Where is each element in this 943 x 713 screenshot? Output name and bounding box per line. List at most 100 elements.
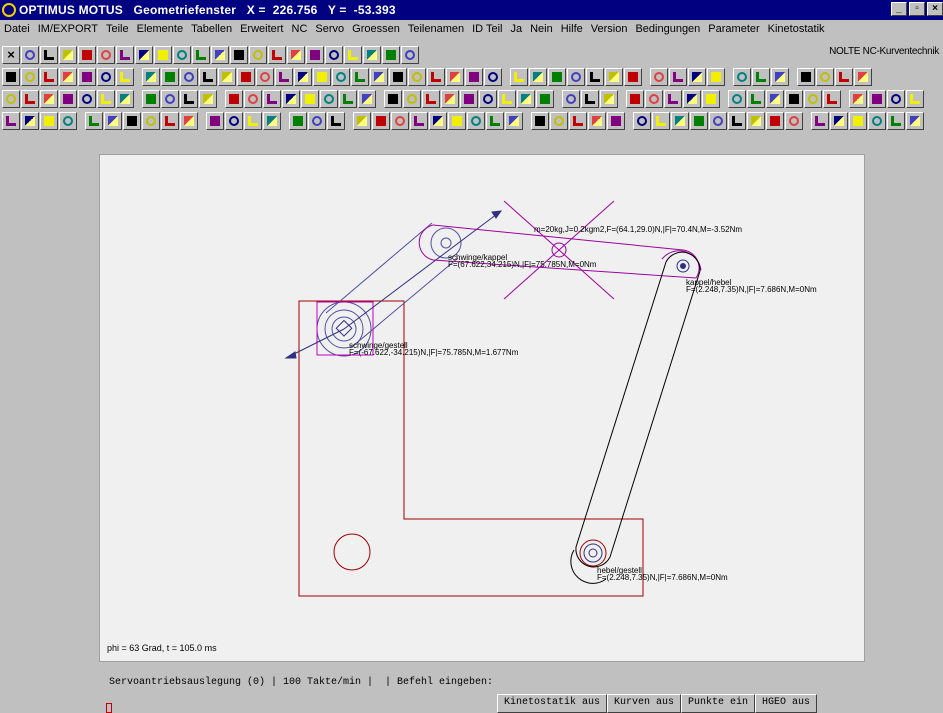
toolbar-shapes-tool-icon[interactable] bbox=[161, 112, 179, 130]
toolbar-elements-tool-icon[interactable] bbox=[586, 68, 604, 86]
toolbar-parts-tool-icon[interactable] bbox=[2, 90, 20, 108]
toolbar-shapes-tool-icon[interactable] bbox=[59, 112, 77, 130]
kurven-toggle-button[interactable]: Kurven aus bbox=[607, 694, 682, 713]
toolbar-elements-tool-icon[interactable] bbox=[21, 68, 39, 86]
toolbar-parts-tool-icon[interactable] bbox=[339, 90, 357, 108]
toolbar-shapes-tool-icon[interactable] bbox=[671, 112, 689, 130]
toolbar-parts-tool-icon[interactable] bbox=[702, 90, 720, 108]
toolbar-parts-tool-icon[interactable] bbox=[59, 90, 77, 108]
toolbar-shapes-tool-icon[interactable] bbox=[2, 112, 20, 130]
toolbar-elements-tool-icon[interactable] bbox=[650, 68, 668, 86]
toolbar-shapes-tool-icon[interactable] bbox=[709, 112, 727, 130]
toolbar-elements-tool-icon[interactable] bbox=[59, 68, 77, 86]
toolbar-elements-tool-icon[interactable] bbox=[567, 68, 585, 86]
toolbar-parts-tool-icon[interactable] bbox=[766, 90, 784, 108]
toolbar-parts-tool-icon[interactable] bbox=[645, 90, 663, 108]
menu-datei[interactable]: Datei bbox=[4, 23, 30, 35]
toolbar-parts-tool-icon[interactable] bbox=[21, 90, 39, 108]
toolbar-parts-tool-icon[interactable] bbox=[161, 90, 179, 108]
toolbar-elements-tool-icon[interactable] bbox=[389, 68, 407, 86]
toolbar-elements-tool-icon[interactable] bbox=[199, 68, 217, 86]
toolbar-parts-tool-icon[interactable] bbox=[78, 90, 96, 108]
toolbar-shapes-tool-icon[interactable] bbox=[811, 112, 829, 130]
toolbar-parts-tool-icon[interactable] bbox=[906, 90, 924, 108]
toolbar-elements-tool-icon[interactable] bbox=[97, 68, 115, 86]
toolbar-elements-tool-icon[interactable] bbox=[797, 68, 815, 86]
menu-servo[interactable]: Servo bbox=[315, 23, 344, 35]
geometry-canvas[interactable]: schwinge/kappel F=(67.622,34.215)N,|F|=7… bbox=[99, 154, 865, 662]
toolbar-elements-tool-icon[interactable] bbox=[256, 68, 274, 86]
toolbar-shapes-tool-icon[interactable] bbox=[887, 112, 905, 130]
toolbar-elements-tool-icon[interactable] bbox=[408, 68, 426, 86]
toolbar-shapes-tool-icon[interactable] bbox=[747, 112, 765, 130]
toolbar-shapes-tool-icon[interactable] bbox=[308, 112, 326, 130]
toolbar-elements-tool-icon[interactable] bbox=[669, 68, 687, 86]
toolbar-elements-tool-icon[interactable] bbox=[688, 68, 706, 86]
hgeo-toggle-button[interactable]: HGEO aus bbox=[755, 694, 818, 713]
kinetostatik-toggle-button[interactable]: Kinetostatik aus bbox=[497, 694, 608, 713]
toolbar-parts-tool-icon[interactable] bbox=[562, 90, 580, 108]
menu-groessen[interactable]: Groessen bbox=[352, 23, 400, 35]
toolbar-elements-tool-icon[interactable] bbox=[218, 68, 236, 86]
toolbar-parts-tool-icon[interactable] bbox=[97, 90, 115, 108]
toolbar-parts-tool-icon[interactable] bbox=[581, 90, 599, 108]
toolbar-parts-tool-icon[interactable] bbox=[849, 90, 867, 108]
menu-erweitert[interactable]: Erweitert bbox=[240, 23, 283, 35]
toolbar-shapes-tool-icon[interactable] bbox=[633, 112, 651, 130]
toolbar-elements-tool-icon[interactable] bbox=[752, 68, 770, 86]
toolbar-file-tool-icon[interactable] bbox=[325, 46, 343, 64]
toolbar-parts-tool-icon[interactable] bbox=[536, 90, 554, 108]
toolbar-shapes-tool-icon[interactable] bbox=[263, 112, 281, 130]
toolbar-file-tool-icon[interactable] bbox=[268, 46, 286, 64]
toolbar-parts-tool-icon[interactable] bbox=[403, 90, 421, 108]
toolbar-file-tool-icon[interactable] bbox=[40, 46, 58, 64]
toolbar-file-tool-icon[interactable]: × bbox=[2, 46, 20, 64]
toolbar-shapes-tool-icon[interactable] bbox=[429, 112, 447, 130]
toolbar-shapes-tool-icon[interactable] bbox=[607, 112, 625, 130]
menu-nc[interactable]: NC bbox=[292, 23, 308, 35]
maximize-button[interactable]: ▫ bbox=[909, 2, 925, 16]
toolbar-elements-tool-icon[interactable] bbox=[605, 68, 623, 86]
toolbar-parts-tool-icon[interactable] bbox=[626, 90, 644, 108]
menu-version[interactable]: Version bbox=[591, 23, 628, 35]
toolbar-parts-tool-icon[interactable] bbox=[517, 90, 535, 108]
toolbar-shapes-tool-icon[interactable] bbox=[785, 112, 803, 130]
toolbar-file-tool-icon[interactable] bbox=[249, 46, 267, 64]
toolbar-elements-tool-icon[interactable] bbox=[733, 68, 751, 86]
menu-im-export[interactable]: IM/EXPORT bbox=[38, 23, 98, 35]
toolbar-shapes-tool-icon[interactable] bbox=[123, 112, 141, 130]
toolbar-elements-tool-icon[interactable] bbox=[624, 68, 642, 86]
menu-nein[interactable]: Nein bbox=[530, 23, 553, 35]
toolbar-shapes-tool-icon[interactable] bbox=[906, 112, 924, 130]
toolbar-shapes-tool-icon[interactable] bbox=[391, 112, 409, 130]
toolbar-elements-tool-icon[interactable] bbox=[332, 68, 350, 86]
menu-id-teil[interactable]: ID Teil bbox=[472, 23, 502, 35]
toolbar-elements-tool-icon[interactable] bbox=[40, 68, 58, 86]
toolbar-shapes-tool-icon[interactable] bbox=[569, 112, 587, 130]
toolbar-parts-tool-icon[interactable] bbox=[142, 90, 160, 108]
toolbar-parts-tool-icon[interactable] bbox=[422, 90, 440, 108]
toolbar-shapes-tool-icon[interactable] bbox=[289, 112, 307, 130]
toolbar-elements-tool-icon[interactable] bbox=[854, 68, 872, 86]
toolbar-elements-tool-icon[interactable] bbox=[313, 68, 331, 86]
toolbar-shapes-tool-icon[interactable] bbox=[652, 112, 670, 130]
toolbar-parts-tool-icon[interactable] bbox=[683, 90, 701, 108]
toolbar-file-tool-icon[interactable] bbox=[382, 46, 400, 64]
toolbar-elements-tool-icon[interactable] bbox=[370, 68, 388, 86]
toolbar-elements-tool-icon[interactable] bbox=[427, 68, 445, 86]
toolbar-shapes-tool-icon[interactable] bbox=[244, 112, 262, 130]
toolbar-parts-tool-icon[interactable] bbox=[40, 90, 58, 108]
toolbar-elements-tool-icon[interactable] bbox=[707, 68, 725, 86]
menu-hilfe[interactable]: Hilfe bbox=[561, 23, 583, 35]
toolbar-file-tool-icon[interactable] bbox=[401, 46, 419, 64]
toolbar-shapes-tool-icon[interactable] bbox=[505, 112, 523, 130]
toolbar-parts-tool-icon[interactable] bbox=[225, 90, 243, 108]
toolbar-parts-tool-icon[interactable] bbox=[823, 90, 841, 108]
toolbar-shapes-tool-icon[interactable] bbox=[372, 112, 390, 130]
toolbar-shapes-tool-icon[interactable] bbox=[180, 112, 198, 130]
toolbar-parts-tool-icon[interactable] bbox=[600, 90, 618, 108]
toolbar-shapes-tool-icon[interactable] bbox=[868, 112, 886, 130]
toolbar-file-tool-icon[interactable] bbox=[230, 46, 248, 64]
toolbar-shapes-tool-icon[interactable] bbox=[531, 112, 549, 130]
toolbar-shapes-tool-icon[interactable] bbox=[40, 112, 58, 130]
